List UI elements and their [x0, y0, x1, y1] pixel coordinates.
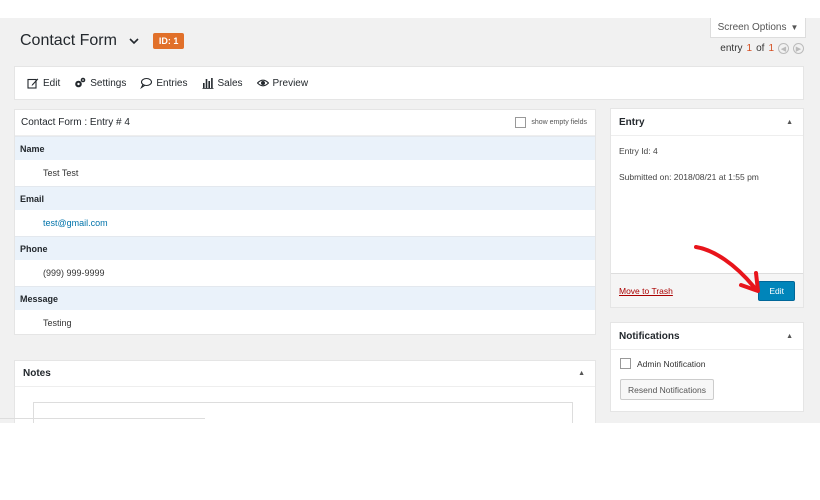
- toolbar-entries[interactable]: Entries: [140, 77, 188, 89]
- entry-detail-panel: Contact Form : Entry # 4 show empty fiel…: [14, 109, 596, 335]
- collapse-triangle-icon[interactable]: ▲: [578, 370, 585, 377]
- field-label-message: Message: [15, 286, 595, 310]
- pager-current: 1: [746, 43, 753, 54]
- chevron-down-icon[interactable]: [129, 36, 139, 46]
- divider: [0, 418, 205, 419]
- screen-options-label: Screen Options: [717, 22, 787, 33]
- resend-notifications-button[interactable]: Resend Notifications: [620, 379, 714, 400]
- page-title: Contact Form: [20, 32, 117, 49]
- notifications-box: Notifications ▲ Admin Notification Resen…: [610, 322, 804, 412]
- prev-entry-icon[interactable]: ◀: [778, 43, 789, 54]
- move-to-trash-link[interactable]: Move to Trash: [619, 286, 673, 296]
- field-value-message: Testing: [43, 318, 72, 328]
- form-toolbar: Edit Settings Entries Sales Preview: [14, 66, 804, 100]
- collapse-triangle-icon[interactable]: ▲: [786, 119, 793, 126]
- wp-admin-canvas: Screen Options ▼ Contact Form ID: 1 entr…: [0, 18, 820, 423]
- bar-chart-icon: [202, 78, 213, 89]
- entry-panel-title: Contact Form : Entry # 4: [21, 117, 130, 128]
- field-label-email: Email: [15, 186, 595, 210]
- field-value-email-link[interactable]: test@gmail.com: [15, 210, 595, 236]
- entry-panel-header: Contact Form : Entry # 4 show empty fiel…: [15, 110, 595, 136]
- speech-bubble-icon: [140, 77, 153, 89]
- eye-icon: [256, 79, 269, 87]
- notes-header[interactable]: Notes ▲: [15, 361, 595, 387]
- admin-notification-option[interactable]: Admin Notification: [611, 350, 803, 369]
- toolbar-sales-label: Sales: [217, 77, 243, 89]
- entry-id-text: Entry Id: 4: [619, 146, 658, 156]
- toolbar-sales[interactable]: Sales: [202, 77, 243, 89]
- notes-panel: Notes ▲: [14, 360, 596, 423]
- pager-total: 1: [768, 43, 774, 54]
- toolbar-preview-label: Preview: [272, 77, 309, 89]
- next-entry-icon[interactable]: ▶: [793, 43, 804, 54]
- annotation-arrow-icon: [694, 245, 760, 293]
- entry-pager: entry 1 of 1 ◀ ▶: [720, 43, 804, 54]
- notifications-title: Notifications: [619, 330, 680, 342]
- field-label-name: Name: [15, 136, 595, 160]
- collapse-triangle-icon[interactable]: ▲: [786, 333, 793, 340]
- caret-down-icon: ▼: [790, 23, 799, 32]
- notes-textarea[interactable]: [33, 402, 573, 423]
- show-empty-fields-checkbox[interactable]: [515, 117, 527, 128]
- admin-notification-label: Admin Notification: [637, 358, 706, 369]
- entry-box-header[interactable]: Entry ▲: [611, 109, 803, 136]
- notifications-header[interactable]: Notifications ▲: [611, 323, 803, 350]
- toolbar-preview[interactable]: Preview: [256, 77, 309, 89]
- show-empty-fields-toggle[interactable]: show empty fields: [515, 117, 587, 128]
- entry-box-title: Entry: [619, 116, 645, 128]
- notes-title: Notes: [23, 368, 51, 379]
- toolbar-edit[interactable]: Edit: [27, 77, 60, 89]
- edit-icon: [27, 78, 39, 89]
- field-value-name: Test Test: [43, 168, 79, 178]
- pager-prefix: entry: [720, 43, 743, 54]
- field-label-phone: Phone: [15, 236, 595, 260]
- submitted-on-text: Submitted on: 2018/08/21 at 1:55 pm: [619, 172, 759, 182]
- toolbar-settings-label: Settings: [90, 77, 127, 89]
- field-value-phone: (999) 999-9999: [43, 268, 105, 278]
- screen-options-toggle[interactable]: Screen Options ▼: [710, 18, 806, 38]
- pager-of: of: [756, 43, 765, 54]
- toolbar-edit-label: Edit: [43, 77, 61, 89]
- form-id-badge: ID: 1: [152, 33, 185, 49]
- show-empty-fields-label: show empty fields: [531, 119, 587, 126]
- toolbar-settings[interactable]: Settings: [74, 77, 126, 89]
- toolbar-entries-label: Entries: [156, 77, 188, 89]
- gears-icon: [75, 77, 86, 88]
- admin-notification-checkbox[interactable]: [620, 358, 631, 369]
- title-row: Contact Form ID: 1: [20, 32, 185, 50]
